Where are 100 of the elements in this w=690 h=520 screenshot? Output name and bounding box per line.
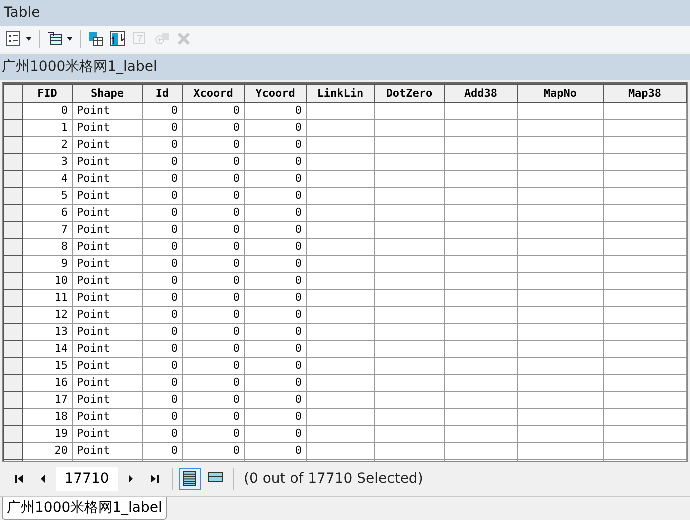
- column-header[interactable]: FID: [22, 84, 72, 102]
- table-cell: 0: [295, 121, 302, 134]
- table-cell: 0: [233, 376, 240, 390]
- table-cell: 20: [54, 444, 68, 458]
- column-header[interactable]: LinkLin: [306, 84, 374, 102]
- table-cell: 0: [295, 444, 302, 458]
- row-selector[interactable]: [4, 306, 22, 324]
- table-cell: Point: [77, 121, 110, 134]
- table-cell: 0: [233, 121, 240, 134]
- delete-icon: [176, 30, 192, 47]
- table-cell: 0: [233, 325, 240, 338]
- table-cell: 0: [171, 240, 178, 254]
- table-cell: 0: [171, 257, 178, 270]
- table-cell: Point: [77, 223, 110, 236]
- table-cell: 0: [171, 393, 178, 406]
- column-header[interactable]: Xcoord: [182, 84, 244, 102]
- table-cell: 0: [295, 223, 302, 236]
- table-cell: Point: [77, 410, 110, 424]
- table-cell: 0: [233, 444, 240, 458]
- selection-status: (0 out of 17710 Selected): [244, 471, 424, 488]
- row-selector[interactable]: [4, 272, 22, 290]
- column-header[interactable]: MapNo: [518, 84, 604, 102]
- column-header[interactable]: Map38: [604, 84, 686, 102]
- column-header[interactable]: Id: [142, 84, 182, 102]
- caret-icon: [67, 36, 73, 41]
- row-selector[interactable]: [4, 340, 22, 358]
- column-header[interactable]: Ycoord: [244, 84, 306, 102]
- row-selector[interactable]: [4, 323, 22, 340]
- row-selector[interactable]: [4, 442, 22, 460]
- row-selector[interactable]: [4, 187, 22, 204]
- table-cell: 0: [295, 291, 302, 304]
- column-header[interactable]: Add38: [444, 84, 518, 102]
- table-cell: 0: [233, 274, 240, 288]
- table-cell: 0: [233, 427, 240, 440]
- row-selector[interactable]: [4, 357, 22, 374]
- table-cell: 0: [295, 325, 302, 338]
- table-cell: 0: [233, 359, 240, 372]
- first-icon: [14, 475, 24, 484]
- row-selector[interactable]: [4, 238, 22, 256]
- table-cell: Point: [77, 257, 110, 270]
- table-cell: 0: [171, 274, 178, 288]
- table-cell: 0: [295, 359, 302, 372]
- table-cell: Point: [77, 342, 110, 356]
- table-cell: 18: [54, 410, 68, 424]
- table-cell: 11: [54, 291, 68, 304]
- table-cell: 0: [295, 257, 302, 270]
- table-cell: 14: [54, 342, 68, 356]
- table-cell: 13: [54, 325, 68, 338]
- table-cell: 0: [233, 206, 240, 220]
- table-cell: 0: [233, 223, 240, 236]
- caret-icon: [26, 36, 32, 41]
- row-selector[interactable]: [4, 136, 22, 154]
- next-icon: [128, 475, 134, 484]
- table-tab[interactable]: 广州1000米格网1_label: [2, 497, 168, 520]
- record-field[interactable]: 17710: [56, 467, 118, 492]
- table-cell: 19: [54, 427, 68, 440]
- table-cell: Point: [77, 104, 110, 118]
- table-cell: 0: [295, 240, 302, 254]
- table-cell: 1: [61, 121, 68, 134]
- table-cell: 0: [171, 359, 178, 372]
- window-title: Table: [4, 4, 40, 21]
- column-header[interactable]: DotZero: [374, 84, 444, 102]
- table-options-icon: [6, 30, 22, 47]
- row-selector[interactable]: [4, 255, 22, 272]
- row-selector[interactable]: [4, 153, 22, 170]
- table-cell: Point: [77, 359, 110, 372]
- table-cell: 0: [171, 223, 178, 236]
- table-cell: Point: [77, 393, 110, 406]
- table-cell: Point: [77, 376, 110, 390]
- row-header-corner: [4, 84, 22, 102]
- table-cell: 8: [61, 240, 68, 254]
- table-cell: 7: [61, 223, 68, 236]
- row-selector[interactable]: [4, 221, 22, 238]
- table-cell: Point: [77, 427, 110, 440]
- show-all-records-button[interactable]: [179, 468, 201, 490]
- row-selector[interactable]: [4, 102, 22, 120]
- row-selector[interactable]: [4, 391, 22, 408]
- row-selector[interactable]: [4, 119, 22, 136]
- last-icon: [150, 475, 160, 484]
- table-cell: 12: [54, 308, 68, 322]
- row-selector[interactable]: [4, 204, 22, 222]
- row-selector[interactable]: [4, 374, 22, 392]
- table-cell: 0: [295, 410, 302, 424]
- table-cell: 0: [233, 308, 240, 322]
- row-selector[interactable]: [4, 170, 22, 188]
- row-selector[interactable]: [4, 408, 22, 426]
- table-cell: 0: [61, 104, 68, 118]
- table-cell: 0: [233, 410, 240, 424]
- previous-icon: [40, 475, 46, 484]
- column-header[interactable]: Shape: [72, 84, 142, 102]
- table-cell: Point: [77, 155, 110, 168]
- table-cell: Point: [77, 291, 110, 304]
- table-cell: 10: [54, 274, 68, 288]
- table-cell: 0: [233, 291, 240, 304]
- table-cell: 2: [61, 138, 68, 152]
- table-cell: 0: [295, 172, 302, 186]
- table-rows-icon: [182, 471, 198, 488]
- row-selector[interactable]: [4, 289, 22, 306]
- table-cell: 0: [295, 138, 302, 152]
- row-selector[interactable]: [4, 425, 22, 442]
